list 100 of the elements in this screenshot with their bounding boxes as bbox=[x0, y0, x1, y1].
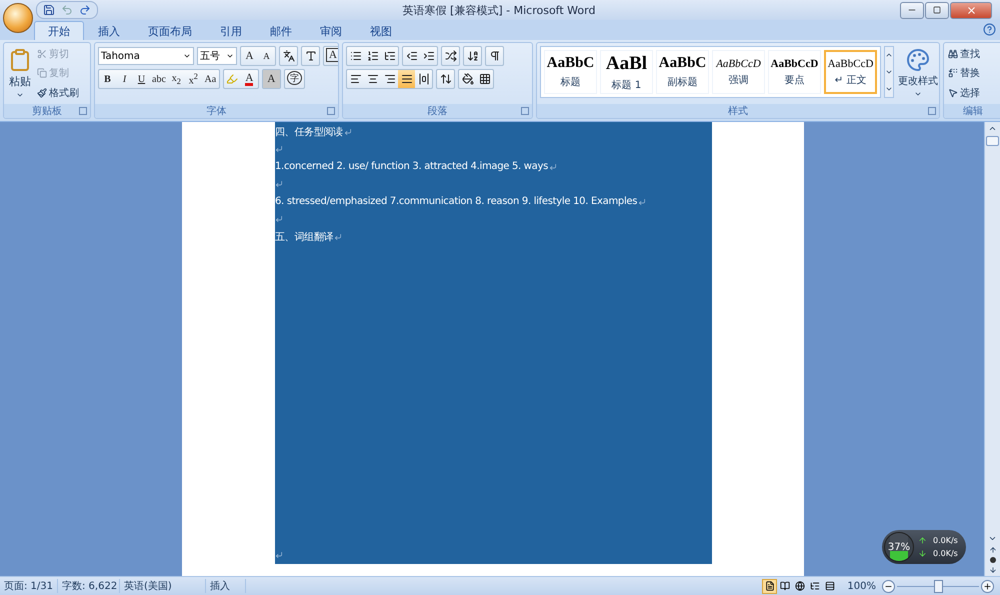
zoom-out-button[interactable] bbox=[882, 580, 895, 592]
paragraph-mark-icon bbox=[275, 180, 283, 188]
multilevel-list-icon bbox=[384, 50, 396, 62]
zoom-in-button[interactable] bbox=[981, 580, 994, 592]
caret-icon bbox=[914, 90, 922, 98]
ribbon-tab[interactable]: 视图 bbox=[356, 21, 406, 40]
minimize-button[interactable] bbox=[900, 2, 924, 18]
upload-arrow-icon bbox=[918, 536, 927, 545]
ribbon-tab[interactable]: 页面布局 bbox=[134, 21, 206, 40]
office-button[interactable] bbox=[3, 3, 33, 33]
indent-icon bbox=[422, 50, 434, 62]
style-item[interactable]: AaBbCcD 要点 bbox=[768, 50, 821, 94]
underline-button[interactable]: U bbox=[133, 70, 150, 88]
copy-icon bbox=[37, 68, 47, 78]
status-item[interactable]: 插入 bbox=[206, 579, 246, 593]
group-label: 剪贴板 bbox=[4, 104, 90, 118]
alignment-icon bbox=[384, 73, 396, 85]
alignment-icon bbox=[418, 73, 430, 85]
ribbon-tab[interactable]: 开始 bbox=[34, 21, 84, 40]
paragraph-text: 五、词组翻译 bbox=[275, 230, 334, 244]
ribbon-tab[interactable]: 插入 bbox=[84, 21, 134, 40]
clipboard-icon bbox=[8, 48, 32, 72]
scroll-up-icon[interactable] bbox=[988, 124, 997, 133]
zoom-slider-thumb[interactable] bbox=[934, 580, 943, 592]
previous-page-icon[interactable] bbox=[988, 546, 996, 554]
gallery-scrollbar[interactable] bbox=[884, 46, 894, 98]
ribbon-tab[interactable]: 邮件 bbox=[256, 21, 306, 40]
paragraph-text: 6. stressed/emphasized 7.communication 8. reason 9. lifestyle 10. Examples bbox=[275, 196, 638, 208]
view-icon bbox=[764, 581, 775, 591]
border-text-button[interactable]: A bbox=[326, 48, 338, 62]
pilcrow-icon bbox=[488, 50, 500, 62]
paintbrush-icon bbox=[37, 88, 47, 98]
vertical-scrollbar[interactable] bbox=[984, 122, 1000, 576]
group-label: 样式 bbox=[537, 104, 939, 118]
paste-button[interactable]: 粘贴 bbox=[7, 46, 33, 101]
format-painter-button[interactable]: 格式刷 bbox=[36, 84, 80, 101]
grid-icon bbox=[478, 73, 490, 85]
translate-icon bbox=[282, 50, 294, 62]
alignment-icon bbox=[350, 73, 362, 85]
view-icon bbox=[824, 581, 835, 591]
justify-button[interactable] bbox=[398, 70, 415, 88]
plus-icon bbox=[983, 582, 992, 590]
grow-font-button[interactable]: A bbox=[241, 47, 258, 65]
strikethrough-button[interactable]: abc bbox=[150, 70, 168, 88]
bold-button[interactable]: B bbox=[99, 70, 116, 88]
font-name-field[interactable]: Tahoma bbox=[98, 47, 194, 65]
select-button[interactable]: 选择 bbox=[947, 84, 981, 101]
palette-icon bbox=[906, 48, 930, 72]
style-item[interactable]: AaBbCcD 强调 bbox=[712, 50, 765, 94]
replace-icon bbox=[948, 68, 958, 78]
status-item[interactable]: 页面: 1/31 bbox=[0, 579, 58, 593]
crossed-arrows-icon bbox=[444, 50, 456, 62]
browse-object-icon[interactable] bbox=[990, 557, 996, 563]
zoom-level[interactable]: 100% bbox=[847, 580, 876, 592]
paragraph-text: 1.concerned 2. use/ function 3. attracted 4.image 5. ways bbox=[275, 161, 548, 172]
group-label: 编辑 bbox=[944, 104, 1000, 118]
paragraph-mark-icon bbox=[638, 198, 646, 206]
character-shading-button[interactable]: A bbox=[262, 70, 280, 88]
status-item[interactable]: 英语(美国) bbox=[120, 579, 206, 593]
change-styles-button[interactable]: 更改样式 bbox=[897, 46, 939, 101]
style-item[interactable]: AaBbC 标题 bbox=[544, 50, 597, 94]
shrink-font-button[interactable]: A bbox=[258, 47, 275, 65]
paragraph-mark-icon bbox=[275, 551, 283, 560]
save-icon[interactable] bbox=[43, 4, 55, 16]
cpu-percent: 37% bbox=[888, 542, 910, 552]
download-arrow-icon bbox=[918, 549, 927, 558]
enclose-character-button[interactable]: 字 bbox=[286, 71, 302, 85]
outdent-icon bbox=[406, 50, 418, 62]
status-item[interactable]: 字数: 6,622 bbox=[58, 579, 120, 593]
ribbon-tab[interactable]: 引用 bbox=[206, 21, 256, 40]
scroll-down-icon[interactable] bbox=[988, 534, 997, 543]
zoom-slider[interactable] bbox=[897, 580, 979, 592]
view-icon bbox=[810, 581, 820, 591]
group-label: 字体 bbox=[95, 104, 338, 118]
change-case-button[interactable]: Aa bbox=[202, 70, 219, 88]
style-item[interactable]: AaBbC 副标题 bbox=[656, 50, 709, 94]
redo-icon[interactable] bbox=[79, 4, 91, 16]
style-item[interactable]: AaBbCcD ↵ 正文 bbox=[824, 50, 877, 94]
view-icon bbox=[794, 581, 805, 591]
ribbon-tab[interactable]: 审阅 bbox=[306, 21, 356, 40]
scroll-thumb[interactable] bbox=[986, 136, 999, 146]
paragraph-text: 四、任务型阅读 bbox=[275, 126, 343, 139]
paragraph-mark-icon bbox=[275, 145, 283, 154]
font-size-field[interactable]: 五号 bbox=[197, 47, 237, 65]
superscript-button[interactable]: x$^{2}$ bbox=[184, 70, 202, 88]
help-icon[interactable] bbox=[983, 23, 996, 36]
find-button[interactable]: 查找 bbox=[947, 46, 981, 62]
next-page-icon[interactable] bbox=[988, 566, 996, 574]
style-item[interactable]: AaBl 标题 1 bbox=[600, 50, 653, 94]
close-button[interactable] bbox=[950, 2, 992, 18]
restore-button[interactable] bbox=[925, 2, 949, 18]
italic-button[interactable]: I bbox=[116, 70, 133, 88]
line-spacing-icon bbox=[440, 73, 452, 85]
subscript-button[interactable]: x$_{2}$ bbox=[168, 70, 185, 88]
replace-button[interactable]: 替换 bbox=[947, 65, 981, 82]
paint-bucket-icon bbox=[462, 73, 474, 85]
caret-icon bbox=[16, 91, 24, 99]
print-layout-button[interactable] bbox=[762, 578, 778, 594]
text-icon bbox=[304, 50, 316, 62]
download-rate: 0.0K/s bbox=[933, 549, 958, 558]
